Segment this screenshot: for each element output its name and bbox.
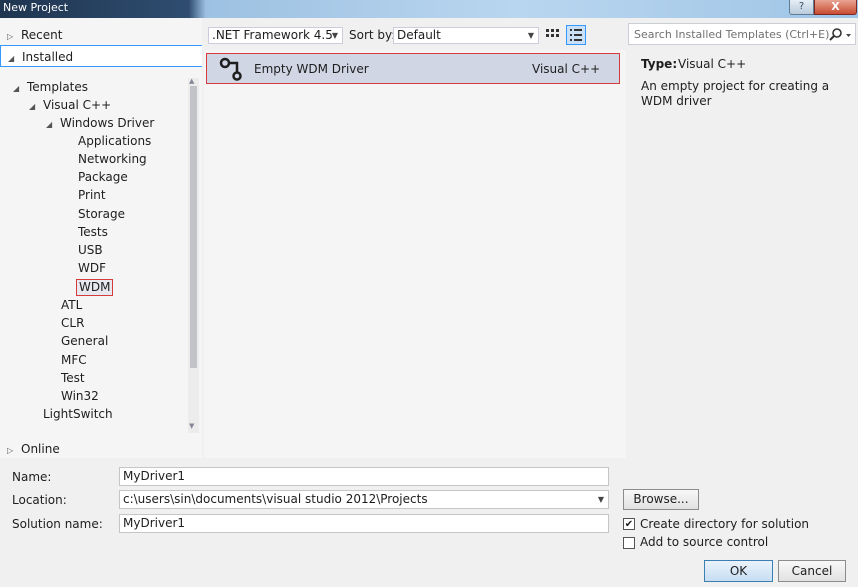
search-icon[interactable] <box>827 26 853 44</box>
source-control-checkbox[interactable] <box>623 537 635 549</box>
location-field[interactable]: c:\users\sin\documents\visual studio 201… <box>119 490 609 509</box>
window-title: New Project <box>3 1 69 14</box>
solution-name-label: Solution name: <box>12 517 103 531</box>
template-description: An empty project for creating a WDM driv… <box>641 79 830 108</box>
name-label: Name: <box>12 470 52 484</box>
title-bar <box>0 0 858 18</box>
tree-item-mfc[interactable]: MFC <box>61 351 87 369</box>
location-label: Location: <box>12 493 67 507</box>
recent-node[interactable]: ▷ Recent <box>0 24 202 46</box>
tree-item-visual-cpp[interactable]: ◢ Visual C++ <box>29 96 111 114</box>
help-button[interactable]: ? <box>789 0 814 15</box>
framework-dropdown[interactable]: .NET Framework 4.5 ▼ <box>208 27 343 44</box>
close-button[interactable]: X <box>814 0 857 15</box>
cancel-button[interactable]: Cancel <box>778 560 846 582</box>
collapse-arrow-icon[interactable]: ◢ <box>8 48 22 70</box>
tree-item-print[interactable]: Print <box>78 186 106 204</box>
tree-item-label: Windows Driver <box>60 116 155 130</box>
scroll-up-icon[interactable]: ▲ <box>189 77 194 85</box>
installed-node[interactable]: ◢ Installed <box>0 45 202 67</box>
tree-item-test[interactable]: Test <box>61 369 85 387</box>
tree-item-label: Templates <box>27 80 89 94</box>
collapse-arrow-icon[interactable]: ◢ <box>29 98 43 116</box>
source-control-label[interactable]: Add to source control <box>640 535 768 549</box>
chevron-down-icon[interactable]: ▼ <box>598 491 604 508</box>
tree-item-networking[interactable]: Networking <box>78 150 147 168</box>
tree-item-tests[interactable]: Tests <box>78 223 108 241</box>
framework-value: .NET Framework 4.5 <box>212 28 333 42</box>
tree-item-package[interactable]: Package <box>78 168 128 186</box>
sort-by-dropdown[interactable]: Default ▼ <box>393 27 539 44</box>
type-value: Visual C++ <box>678 57 747 71</box>
scrollbar-thumb[interactable] <box>190 86 197 368</box>
template-list <box>204 50 626 458</box>
collapse-arrow-icon[interactable]: ◢ <box>46 116 60 134</box>
driver-template-icon <box>219 57 245 81</box>
expand-arrow-icon[interactable]: ▷ <box>7 440 21 462</box>
sort-by-value: Default <box>397 28 441 42</box>
type-label: Type: <box>641 57 678 71</box>
tree-item-label: Visual C++ <box>43 98 112 112</box>
tree-item-lightswitch[interactable]: LightSwitch <box>43 405 113 423</box>
search-placeholder: Search Installed Templates (Ctrl+E) <box>634 28 830 41</box>
tree-item-win32[interactable]: Win32 <box>61 387 99 405</box>
tree-item-wdf[interactable]: WDF <box>78 259 106 277</box>
checkmark-icon: ✔ <box>624 519 634 530</box>
tree-item-wdm[interactable]: WDM <box>76 279 114 296</box>
collapse-arrow-icon[interactable]: ◢ <box>13 80 27 98</box>
search-templates-input[interactable]: Search Installed Templates (Ctrl+E) <box>628 23 856 45</box>
sort-by-label: Sort by: <box>349 28 396 42</box>
tree-item-clr[interactable]: CLR <box>61 314 84 332</box>
installed-label: Installed <box>22 50 74 64</box>
template-name: Empty WDM Driver <box>254 62 369 76</box>
recent-label: Recent <box>21 28 63 42</box>
tree-item-atl[interactable]: ATL <box>61 296 82 314</box>
tree-item-applications[interactable]: Applications <box>78 132 151 150</box>
tree-item-storage[interactable]: Storage <box>78 205 125 223</box>
tree-item-templates[interactable]: ◢ Templates <box>13 78 88 96</box>
create-directory-checkbox[interactable]: ✔ <box>623 518 635 530</box>
chevron-down-icon: ▼ <box>331 31 338 40</box>
chevron-down-icon: ▼ <box>527 31 534 40</box>
project-name-field[interactable]: MyDriver1 <box>119 467 609 486</box>
browse-button[interactable]: Browse... <box>623 489 699 510</box>
list-view-icon[interactable] <box>566 25 586 45</box>
create-directory-label[interactable]: Create directory for solution <box>640 517 809 531</box>
location-value: c:\users\sin\documents\visual studio 201… <box>123 492 428 506</box>
scroll-down-icon[interactable]: ▼ <box>189 422 194 430</box>
solution-name-field[interactable]: MyDriver1 <box>119 514 609 533</box>
tree-item-windows-driver[interactable]: ◢ Windows Driver <box>46 114 154 132</box>
ok-button[interactable]: OK <box>704 560 773 582</box>
template-language: Visual C++ <box>532 62 601 76</box>
tree-item-general[interactable]: General <box>61 332 108 350</box>
online-node[interactable]: ▷ Online <box>0 438 202 460</box>
online-label: Online <box>21 442 60 456</box>
template-item[interactable]: Empty WDM Driver Visual C++ <box>206 53 620 84</box>
tree-item-usb[interactable]: USB <box>78 241 103 259</box>
grid-view-icon[interactable] <box>543 25 563 45</box>
